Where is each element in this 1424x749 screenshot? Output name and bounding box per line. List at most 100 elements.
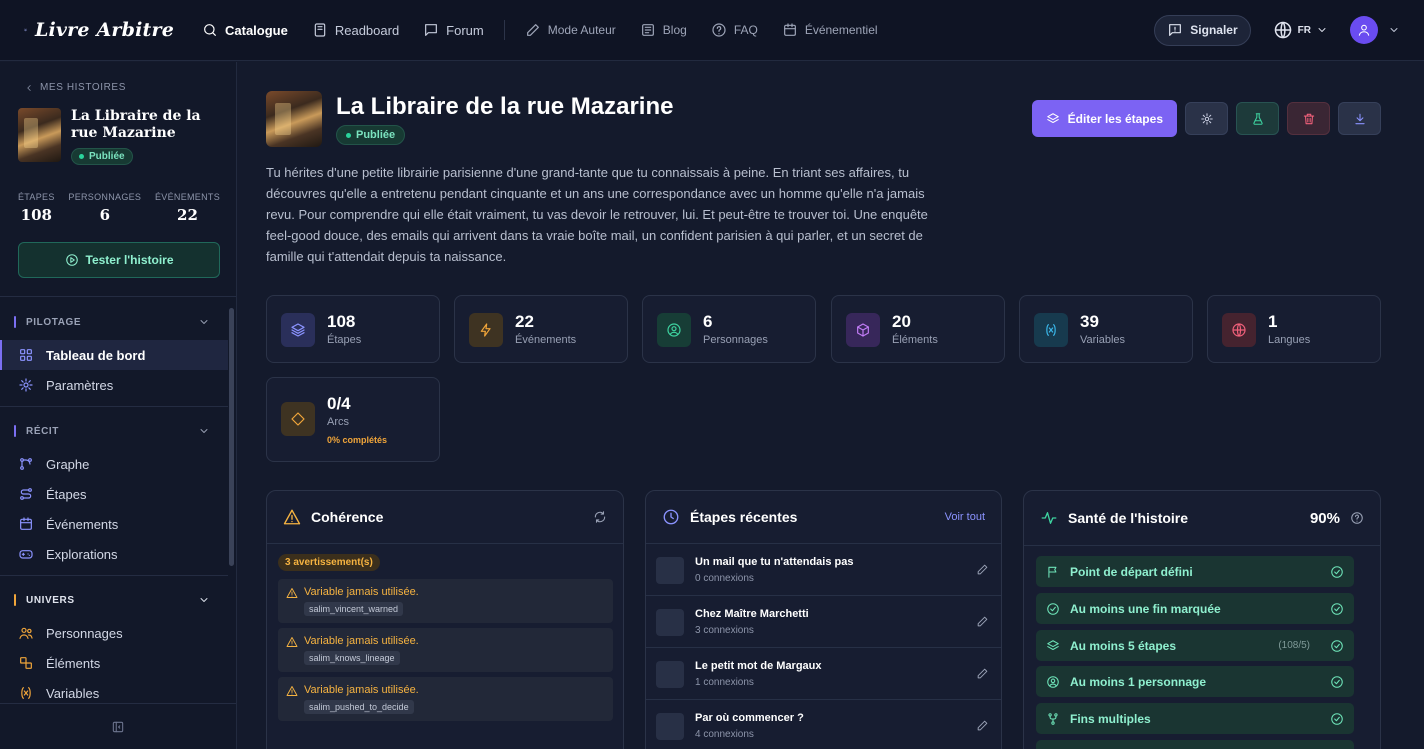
- section-title: RÉCIT: [26, 425, 59, 437]
- stat-card-events[interactable]: 22 Événements: [454, 295, 628, 363]
- sidebar-item-explorations[interactable]: Explorations: [0, 539, 228, 569]
- list-item[interactable]: Le petit mot de Margaux 1 connexions: [646, 648, 1001, 700]
- user-menu[interactable]: [1350, 16, 1400, 44]
- flask-icon: [1252, 112, 1263, 125]
- stat-card-arcs[interactable]: 0/4 Arcs 0% complétés: [266, 377, 440, 462]
- pencil-icon[interactable]: [976, 615, 989, 628]
- sidebar-item-characters[interactable]: Personnages: [0, 618, 228, 648]
- nav-faq[interactable]: FAQ: [699, 0, 770, 60]
- layers-icon: [291, 323, 305, 337]
- step-title: Par où commencer ?: [695, 712, 804, 724]
- list-item[interactable]: Chez Maître Marchetti 3 connexions: [646, 596, 1001, 648]
- sidebar-item-elements[interactable]: Éléments: [0, 648, 228, 678]
- section-title: PILOTAGE: [26, 316, 82, 328]
- stat-card-characters[interactable]: 6 Personnages: [642, 295, 816, 363]
- pencil-icon[interactable]: [976, 719, 989, 732]
- coherence-panel: Cohérence 3 avertissement(s) Variable ja…: [266, 490, 624, 749]
- sidebar-item-graph[interactable]: Graphe: [0, 449, 228, 479]
- sidebar-section-univers[interactable]: UNIVERS: [0, 582, 228, 618]
- sidebar-section-recit[interactable]: RÉCIT: [0, 413, 228, 449]
- sidebar-stats: ÉTAPES 108 PERSONNAGES 6 ÉVÉNEMENTS 22: [18, 192, 220, 224]
- edit-steps-label: Éditer les étapes: [1067, 111, 1163, 126]
- see-all-link[interactable]: Voir tout: [945, 511, 985, 523]
- warning-code: salim_vincent_warned: [304, 602, 404, 616]
- sidebar-item-settings[interactable]: Paramètres: [0, 370, 228, 400]
- sidebar-item-dashboard[interactable]: Tableau de bord: [0, 340, 228, 370]
- stat-card-languages[interactable]: 1 Langues: [1207, 295, 1381, 363]
- sidebar-section-pilotage[interactable]: PILOTAGE: [0, 304, 228, 340]
- story-description: Tu hérites d'une petite librairie parisi…: [266, 165, 928, 264]
- stat-value: 108: [20, 206, 52, 224]
- warning-icon: [283, 509, 301, 525]
- sidebar-scrollbar[interactable]: [229, 308, 234, 566]
- warning-item[interactable]: Variable jamais utilisée. salim_pushed_t…: [278, 677, 613, 721]
- stat-card-variables[interactable]: 39 Variables: [1019, 295, 1193, 363]
- stat-label: Personnages: [703, 334, 768, 346]
- variable-icon: [21, 687, 31, 699]
- calendar-icon: [783, 23, 796, 36]
- gear-icon: [19, 378, 33, 392]
- nav-mode-auteur[interactable]: Mode Auteur: [513, 0, 628, 60]
- sidebar-item-steps[interactable]: Étapes: [0, 479, 228, 509]
- check-circle-icon: [1331, 639, 1343, 652]
- warning-item[interactable]: Variable jamais utilisée. salim_vincent_…: [278, 579, 613, 623]
- stat-card-steps[interactable]: 108 Étapes: [266, 295, 440, 363]
- logo[interactable]: Livre Arbitre: [24, 19, 174, 41]
- language-selector[interactable]: FR: [1265, 20, 1336, 40]
- stat-value: 108: [327, 312, 356, 331]
- test-story-button[interactable]: Tester l'histoire: [18, 242, 220, 278]
- report-button[interactable]: Signaler: [1154, 14, 1251, 46]
- section-accent-bar: [14, 594, 16, 606]
- stat-card-elements[interactable]: 20 Éléments: [831, 295, 1005, 363]
- back-to-stories-link[interactable]: MES HISTOIRES: [24, 82, 126, 93]
- chevron-down-icon: [200, 429, 208, 433]
- nav-catalogue[interactable]: Catalogue: [190, 0, 300, 60]
- settings-button[interactable]: [1185, 102, 1228, 135]
- sidebar-item-variables[interactable]: Variables: [0, 678, 228, 702]
- test-lab-button[interactable]: [1236, 102, 1279, 135]
- sidebar-item-events[interactable]: Événements: [0, 509, 228, 539]
- step-connections: 3 connexions: [695, 625, 754, 636]
- download-button[interactable]: [1338, 102, 1381, 135]
- stat-label: Étapes: [327, 334, 362, 346]
- step-connections: 4 connexions: [695, 729, 754, 740]
- help-icon[interactable]: [1350, 511, 1364, 525]
- user-circle-icon: [1047, 675, 1059, 688]
- section-separator: [0, 406, 228, 407]
- panel-header: Cohérence: [267, 491, 623, 544]
- help-icon: [712, 23, 726, 37]
- warning-item[interactable]: Variable jamais utilisée. salim_knows_li…: [278, 628, 613, 672]
- pencil-icon[interactable]: [976, 667, 989, 680]
- section-separator: [0, 575, 228, 576]
- status-dot: [346, 132, 351, 138]
- list-item[interactable]: Par où commencer ? 4 connexions: [646, 700, 1001, 749]
- panel-header: Étapes récentes Voir tout: [646, 491, 1001, 544]
- pencil-icon[interactable]: [976, 563, 989, 576]
- nav-catalogue-label: Catalogue: [225, 22, 288, 38]
- dashboard-icon: [20, 349, 32, 361]
- delete-button[interactable]: [1287, 102, 1330, 135]
- list-item[interactable]: Un mail que tu n'attendais pas 0 connexi…: [646, 544, 1001, 596]
- refresh-icon[interactable]: [593, 510, 607, 524]
- chevron-down-icon: [200, 320, 208, 324]
- test-story-label: Tester l'histoire: [85, 253, 174, 267]
- health-check-label: Point de départ défini: [1070, 564, 1193, 579]
- health-check-item: Au moins une fin marquée: [1036, 593, 1354, 624]
- stat-label: Langues: [1268, 334, 1311, 346]
- nav-evenementiel[interactable]: Événementiel: [770, 0, 890, 60]
- book-open-icon: [24, 28, 27, 32]
- nav-forum[interactable]: Forum: [411, 0, 496, 60]
- nav-blog[interactable]: Blog: [628, 0, 699, 60]
- step-title: Chez Maître Marchetti: [695, 608, 809, 620]
- collapse-sidebar-icon[interactable]: [111, 720, 125, 734]
- language-label: FR: [1297, 24, 1311, 36]
- step-title: Le petit mot de Margaux: [695, 660, 822, 672]
- sidebar-item-label: Événements: [46, 516, 119, 532]
- section-accent-bar: [14, 425, 16, 437]
- warning-icon: [286, 686, 298, 696]
- edit-steps-button[interactable]: Éditer les étapes: [1031, 100, 1177, 137]
- shapes-icon: [20, 657, 32, 669]
- gamepad-icon: [19, 550, 33, 559]
- nav-readboard[interactable]: Readboard: [300, 0, 411, 60]
- status-badge: Publiée: [71, 148, 133, 165]
